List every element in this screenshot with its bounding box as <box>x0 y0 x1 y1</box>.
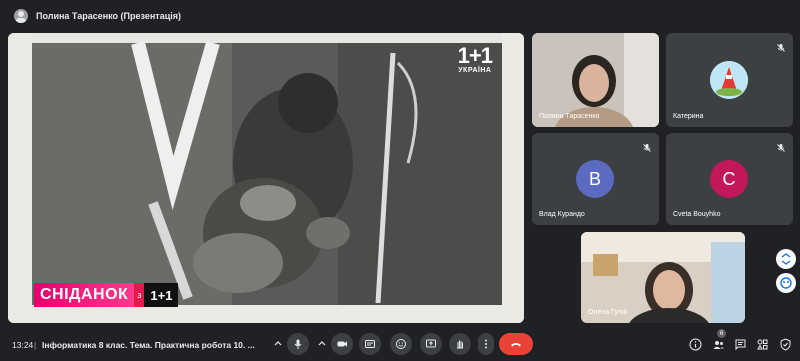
avatar-initial: В <box>576 160 614 198</box>
channel-logo: 1+1 УКРАЇНА <box>457 43 493 75</box>
show-banner: СНІДАНОК з 1+1 <box>34 283 179 307</box>
avatar-initial: C <box>710 160 748 198</box>
participant-tile-katerina[interactable]: Катерина <box>666 33 793 127</box>
present-button[interactable] <box>420 333 442 355</box>
companion-icon[interactable] <box>776 273 796 293</box>
camera-options-chevron-icon[interactable] <box>314 333 330 355</box>
camera-icon <box>337 341 347 347</box>
clock: 13:24 <box>12 340 34 350</box>
mic-off-icon <box>642 140 652 152</box>
avatar-image-icon <box>710 61 748 99</box>
participant-name: Полина Тарасенко <box>539 113 600 120</box>
participant-name: Олена Гулій <box>588 309 628 316</box>
captions-icon <box>365 340 375 348</box>
participant-tile-vlad[interactable]: В Влад Курандо <box>532 133 659 225</box>
emoji-button[interactable] <box>390 333 412 355</box>
presenter-avatar <box>14 9 28 23</box>
camera-button[interactable] <box>331 333 353 355</box>
logo-number: 1+1 <box>457 43 493 68</box>
top-bar: Полина Тарасенко (Презентація) <box>0 0 800 32</box>
people-icon[interactable] <box>710 336 726 352</box>
captions-button[interactable] <box>359 333 381 355</box>
expand-icon[interactable] <box>776 249 796 269</box>
present-screen-icon <box>426 339 436 348</box>
participant-name: Катерина <box>673 113 704 120</box>
participant-name: Cveta Bouyhko <box>673 211 721 218</box>
participant-name: Влад Курандо <box>539 211 585 218</box>
hand-icon <box>457 340 463 349</box>
chat-icon[interactable] <box>732 336 748 352</box>
end-call-icon <box>511 343 521 347</box>
banner-with: з <box>134 283 145 307</box>
host-controls-icon[interactable] <box>777 336 793 352</box>
activities-icon[interactable] <box>754 336 770 352</box>
microphone-button[interactable] <box>287 333 309 355</box>
mic-off-icon <box>776 40 786 52</box>
info-icon[interactable] <box>687 336 703 352</box>
presentation-frame <box>8 33 524 323</box>
logo-subtitle: УКРАЇНА <box>458 67 492 74</box>
microphone-icon <box>294 339 302 349</box>
end-call-button[interactable] <box>499 333 533 355</box>
presenter-title: Полина Тарасенко (Презентація) <box>36 11 182 21</box>
mic-off-icon <box>776 140 786 152</box>
more-options-button[interactable] <box>478 333 494 355</box>
avatar <box>710 61 748 99</box>
more-vert-icon <box>485 339 487 349</box>
participant-tile-olena[interactable]: Олена Гулій <box>581 232 745 323</box>
participant-tile-cveta[interactable]: C Cveta Bouyhko <box>666 133 793 225</box>
banner-channel: 1+1 <box>144 283 179 307</box>
banner-show-name: СНІДАНОК <box>34 283 135 307</box>
separator: | <box>34 340 37 350</box>
participant-tile-polina[interactable]: Полина Тарасенко <box>532 33 659 127</box>
raise-hand-button[interactable] <box>449 333 471 355</box>
presentation-stage[interactable]: 1+1 УКРАЇНА СНІДАНОК з 1+1 <box>8 33 524 323</box>
meeting-title: Інформатика 8 клас. Тема. Практична робо… <box>42 340 255 350</box>
mic-options-chevron-icon[interactable] <box>270 333 286 355</box>
emoji-icon <box>396 339 406 349</box>
